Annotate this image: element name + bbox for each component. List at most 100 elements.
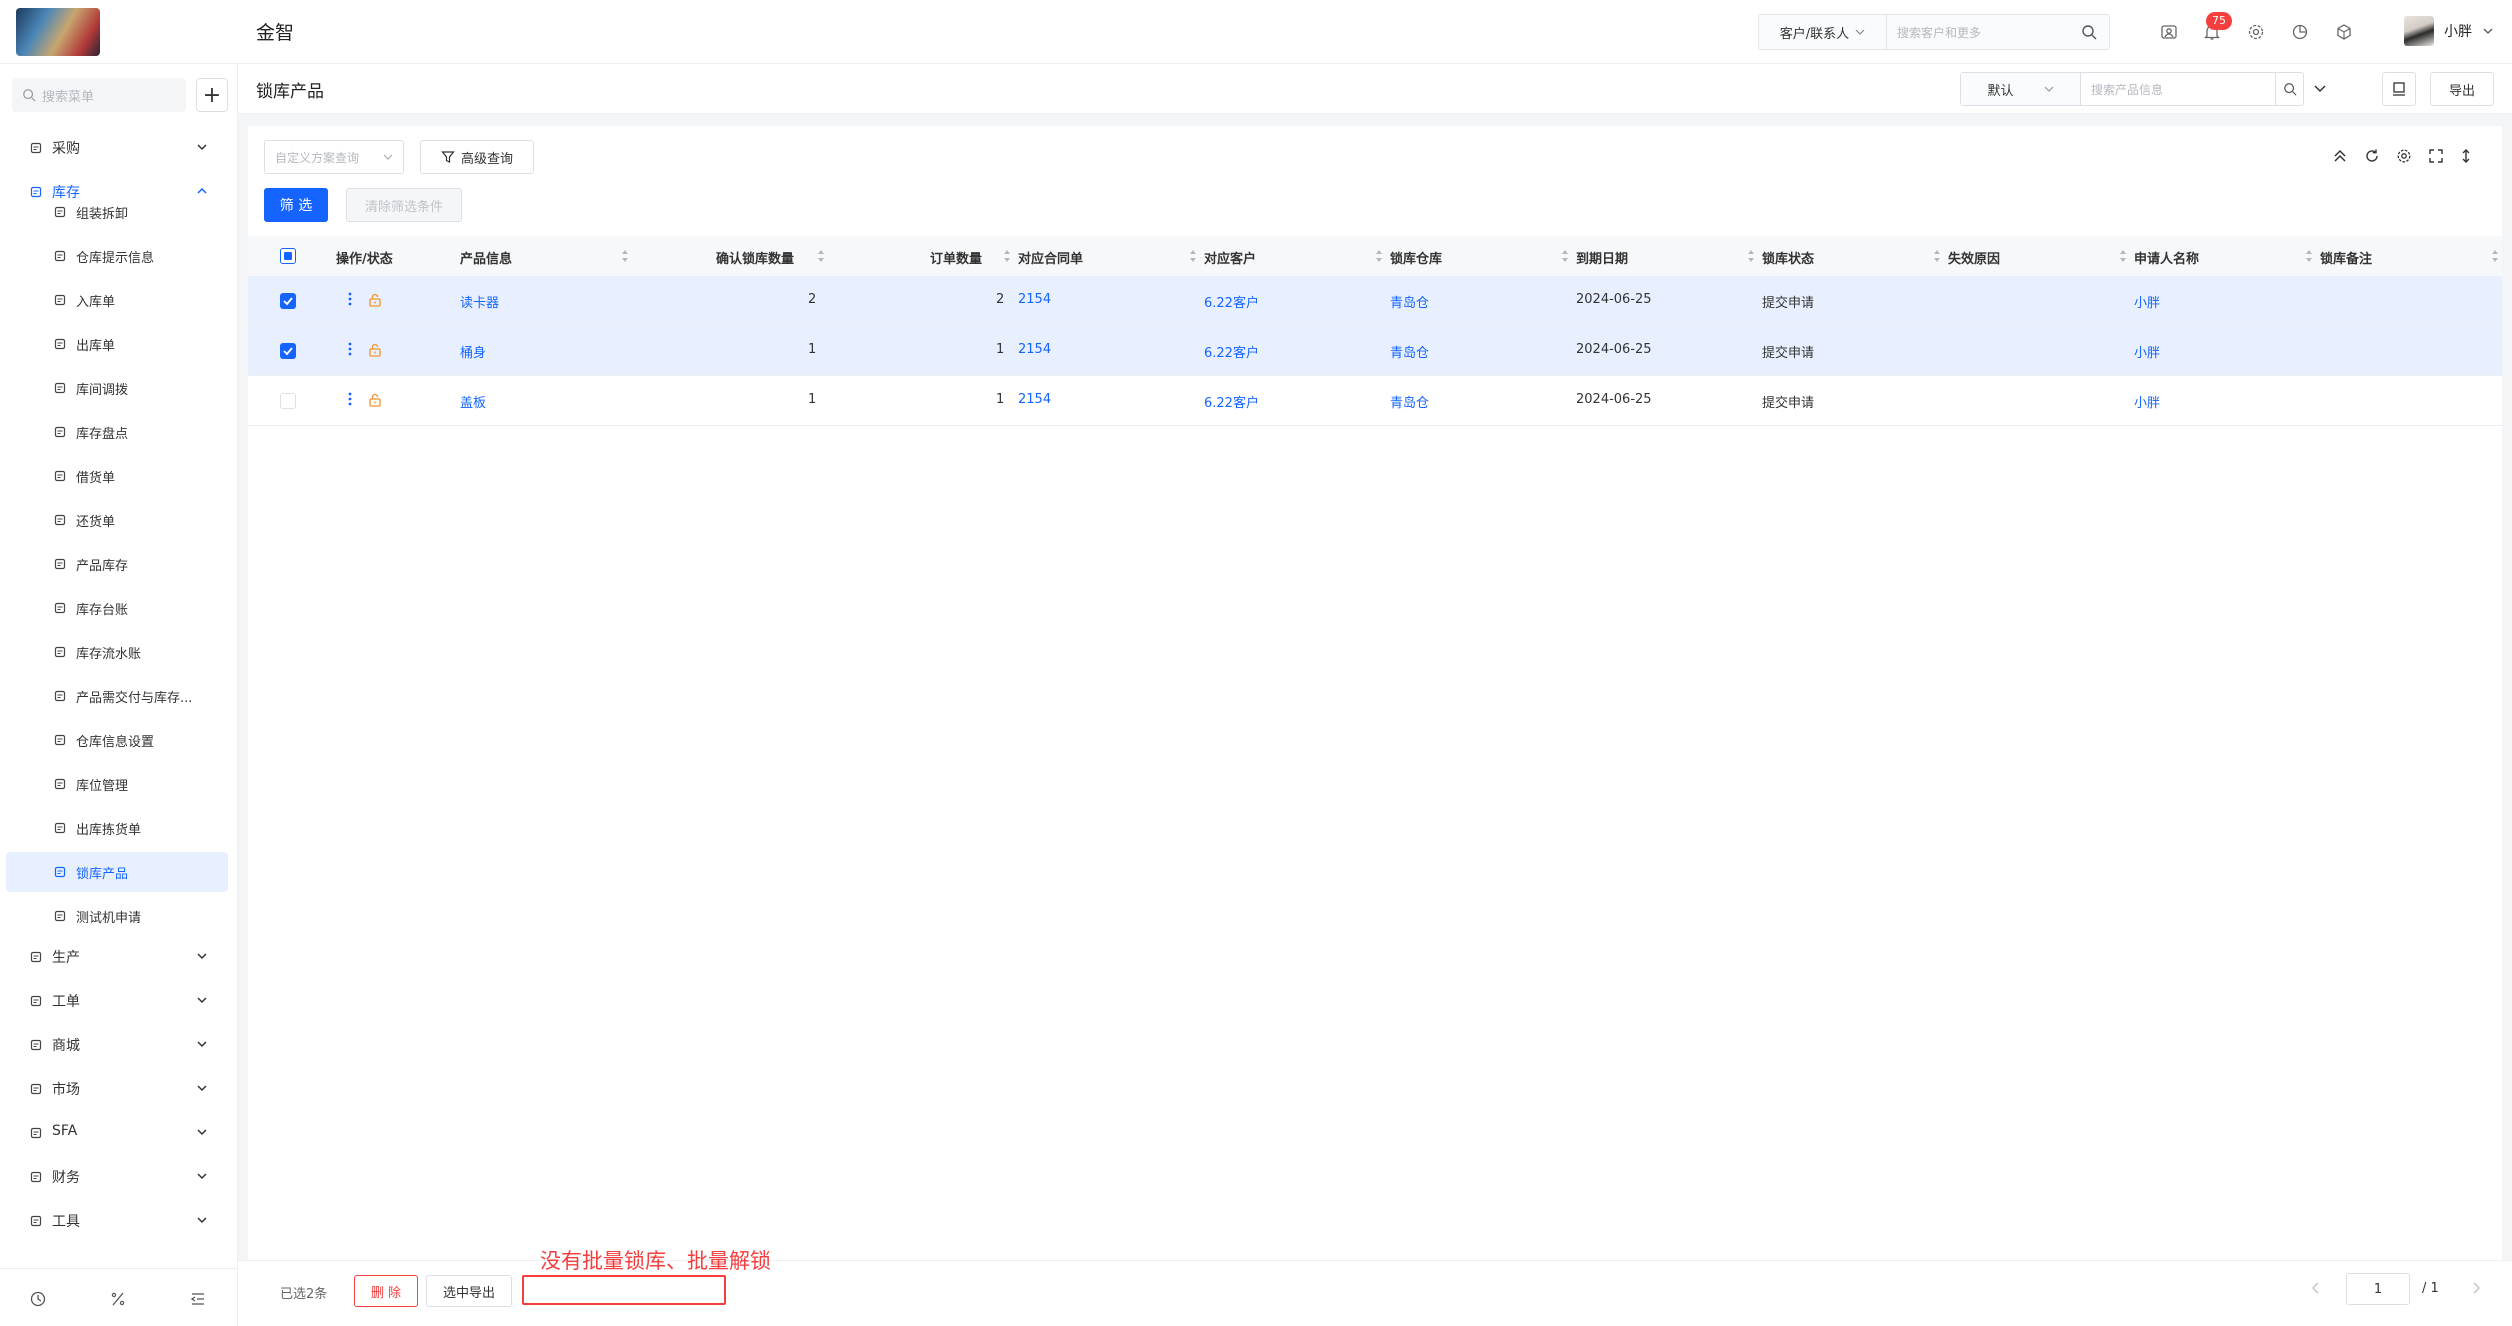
product-link[interactable]: 桶身	[460, 342, 486, 361]
table-row[interactable]: 盖板 1 1 2154 6.22客户 青岛仓 2024-06-25 提交申请 小胖	[248, 376, 2502, 426]
column-settings-icon[interactable]	[2394, 146, 2414, 166]
page-number-input[interactable]: 1	[2346, 1273, 2410, 1305]
column-header-warehouse[interactable]: 锁库仓库	[1390, 248, 1442, 267]
menu-group-bottom-3[interactable]: 市场	[0, 1069, 238, 1109]
contract-link[interactable]: 2154	[1018, 292, 1051, 307]
sidebar-item-14[interactable]: 出库拣货单	[6, 808, 228, 848]
print-button[interactable]	[2382, 72, 2416, 106]
sort-icon[interactable]	[1746, 248, 1756, 264]
applicant-link[interactable]: 小胖	[2134, 342, 2160, 361]
advanced-query-button[interactable]: 高级查询	[420, 140, 534, 174]
contract-link[interactable]: 2154	[1018, 342, 1051, 357]
prev-page-icon[interactable]	[2310, 1281, 2322, 1299]
contract-link[interactable]: 2154	[1018, 392, 1051, 407]
product-search-input[interactable]: 搜索产品信息	[2091, 81, 2163, 98]
sidebar-item-11[interactable]: 产品需交付与库存...	[6, 676, 228, 716]
sidebar-item-3[interactable]: 出库单	[6, 324, 228, 364]
row-checkbox[interactable]	[280, 393, 296, 409]
collapse-up-icon[interactable]	[2330, 146, 2350, 166]
menu-group-bottom-0[interactable]: 生产	[0, 937, 238, 977]
sidebar-item-12[interactable]: 仓库信息设置	[6, 720, 228, 760]
customer-search[interactable]: 客户/联系人 搜索客户和更多	[1758, 14, 2110, 50]
product-link[interactable]: 读卡器	[460, 292, 499, 311]
row-height-icon[interactable]	[2456, 146, 2476, 166]
sort-icon[interactable]	[1560, 248, 1570, 264]
applicant-link[interactable]: 小胖	[2134, 392, 2160, 411]
collapse-menu-icon[interactable]	[188, 1289, 208, 1309]
more-actions-icon[interactable]	[348, 341, 352, 361]
column-header-reason[interactable]: 失效原因	[1948, 248, 2000, 267]
history-icon[interactable]	[28, 1289, 48, 1309]
sidebar-item-0[interactable]: 组装拆卸	[6, 192, 228, 232]
sort-icon[interactable]	[2304, 248, 2314, 264]
sort-icon[interactable]	[1002, 248, 1012, 264]
select-all-checkbox[interactable]	[280, 248, 296, 264]
sidebar-item-16[interactable]: 测试机申请	[6, 896, 228, 936]
customer-link[interactable]: 6.22客户	[1204, 292, 1259, 311]
column-header-applicant[interactable]: 申请人名称	[2134, 248, 2199, 267]
selected-export-button[interactable]: 选中导出	[426, 1275, 512, 1307]
sort-icon[interactable]	[2490, 248, 2500, 264]
column-header-customer[interactable]: 对应客户	[1204, 248, 1256, 267]
column-header-order-qty[interactable]: 订单数量	[930, 248, 982, 267]
sidebar-item-15[interactable]: 锁库产品	[6, 852, 228, 892]
next-page-icon[interactable]	[2470, 1281, 2482, 1299]
customer-link[interactable]: 6.22客户	[1204, 392, 1259, 411]
sidebar-item-8[interactable]: 产品库存	[6, 544, 228, 584]
customer-type-select[interactable]: 客户/联系人	[1759, 15, 1887, 49]
customer-search-input[interactable]: 搜索客户和更多	[1897, 24, 1981, 41]
customer-link[interactable]: 6.22客户	[1204, 342, 1259, 361]
sort-icon[interactable]	[1374, 248, 1384, 264]
more-actions-icon[interactable]	[348, 391, 352, 411]
sidebar-item-6[interactable]: 借货单	[6, 456, 228, 496]
row-checkbox[interactable]	[280, 343, 296, 359]
sidebar-item-2[interactable]: 入库单	[6, 280, 228, 320]
warehouse-link[interactable]: 青岛仓	[1390, 342, 1429, 361]
menu-group-bottom-2[interactable]: 商城	[0, 1025, 238, 1065]
menu-group-bottom-5[interactable]: 财务	[0, 1157, 238, 1197]
sidebar-item-10[interactable]: 库存流水账	[6, 632, 228, 672]
sort-icon[interactable]	[816, 248, 826, 264]
sort-icon[interactable]	[1188, 248, 1198, 264]
user-menu[interactable]: 小胖	[2404, 16, 2494, 46]
add-button[interactable]: +	[196, 78, 228, 112]
contacts-icon[interactable]	[2157, 20, 2181, 44]
column-header-contract[interactable]: 对应合同单	[1018, 248, 1083, 267]
menu-group-0[interactable]: 采购	[0, 128, 238, 168]
column-header-status[interactable]: 锁库状态	[1762, 248, 1814, 267]
sidebar-item-5[interactable]: 库存盘点	[6, 412, 228, 452]
menu-group-bottom-4[interactable]: SFA	[0, 1113, 238, 1153]
menu-search-input[interactable]: 搜索菜单	[12, 78, 186, 112]
export-button[interactable]: 导出	[2430, 72, 2494, 106]
fullscreen-icon[interactable]	[2426, 146, 2446, 166]
app-logo[interactable]	[16, 8, 100, 56]
sidebar-item-13[interactable]: 库位管理	[6, 764, 228, 804]
table-row[interactable]: 读卡器 2 2 2154 6.22客户 青岛仓 2024-06-25 提交申请 小胖	[248, 276, 2502, 326]
scheme-select[interactable]: 自定义方案查询	[264, 140, 404, 174]
filter-button[interactable]: 筛 选	[264, 188, 328, 222]
search-icon[interactable]	[2081, 24, 2097, 44]
search-icon[interactable]	[2275, 73, 2303, 105]
expand-search-chevron-icon[interactable]	[2312, 80, 2328, 100]
lock-icon[interactable]	[368, 392, 382, 412]
warehouse-link[interactable]: 青岛仓	[1390, 392, 1429, 411]
lock-icon[interactable]	[368, 342, 382, 362]
sidebar-item-4[interactable]: 库间调拨	[6, 368, 228, 408]
menu-group-bottom-6[interactable]: 工具	[0, 1201, 238, 1241]
percent-icon[interactable]	[108, 1289, 128, 1309]
column-header-remark[interactable]: 锁库备注	[2320, 248, 2372, 267]
sort-icon[interactable]	[1932, 248, 1942, 264]
product-link[interactable]: 盖板	[460, 392, 486, 411]
sidebar-item-1[interactable]: 仓库提示信息	[6, 236, 228, 276]
sort-icon[interactable]	[620, 248, 630, 264]
settings-icon[interactable]	[2244, 20, 2268, 44]
cube-icon[interactable]	[2332, 20, 2356, 44]
pie-chart-icon[interactable]	[2288, 20, 2312, 44]
sidebar-item-7[interactable]: 还货单	[6, 500, 228, 540]
view-select[interactable]: 默认	[1961, 73, 2081, 105]
applicant-link[interactable]: 小胖	[2134, 292, 2160, 311]
row-checkbox[interactable]	[280, 293, 296, 309]
warehouse-link[interactable]: 青岛仓	[1390, 292, 1429, 311]
menu-group-bottom-1[interactable]: 工单	[0, 981, 238, 1021]
column-header-confirm-qty[interactable]: 确认锁库数量	[716, 248, 794, 267]
